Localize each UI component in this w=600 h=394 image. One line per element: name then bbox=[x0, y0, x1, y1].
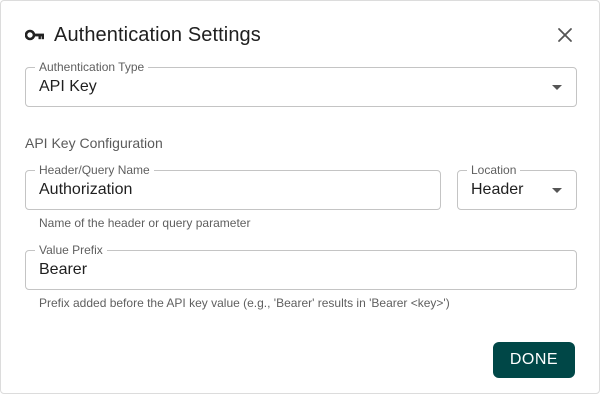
authentication-type-value: API Key bbox=[39, 78, 97, 95]
dialog-header: Authentication Settings bbox=[25, 19, 579, 51]
api-key-configuration-heading: API Key Configuration bbox=[25, 135, 163, 151]
location-value: Header bbox=[471, 181, 524, 198]
header-query-name-value: Authorization bbox=[39, 181, 133, 198]
header-query-name-helper: Name of the header or query parameter bbox=[39, 216, 251, 230]
location-select[interactable]: Location Header bbox=[457, 163, 577, 210]
close-button[interactable] bbox=[551, 21, 579, 49]
chevron-down-icon bbox=[552, 85, 562, 90]
close-icon bbox=[558, 28, 572, 42]
dialog-title: Authentication Settings bbox=[54, 23, 261, 46]
done-button[interactable]: DONE bbox=[493, 342, 575, 378]
chevron-down-icon bbox=[552, 188, 562, 193]
authentication-type-select[interactable]: Authentication Type API Key bbox=[25, 60, 577, 107]
value-prefix-value: Bearer bbox=[39, 261, 88, 278]
authentication-settings-dialog: Authentication Settings Authentication T… bbox=[0, 0, 600, 394]
header-query-name-field[interactable]: Header/Query Name Authorization bbox=[25, 163, 441, 210]
value-prefix-field[interactable]: Value Prefix Bearer bbox=[25, 243, 577, 290]
key-icon bbox=[25, 28, 45, 42]
value-prefix-helper: Prefix added before the API key value (e… bbox=[39, 296, 450, 310]
